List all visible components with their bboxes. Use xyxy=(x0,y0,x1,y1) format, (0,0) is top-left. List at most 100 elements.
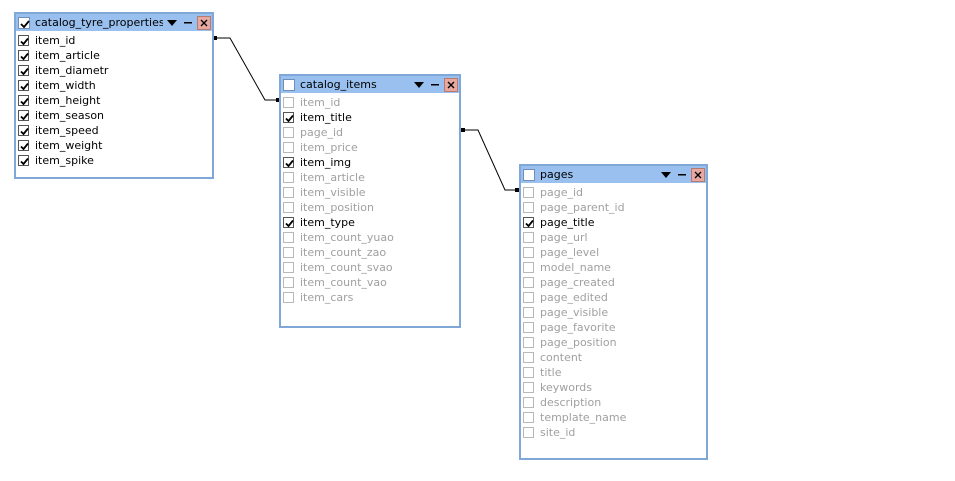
field-checkbox[interactable] xyxy=(18,35,29,46)
field-row[interactable]: page_level xyxy=(521,245,706,260)
field-row[interactable]: page_position xyxy=(521,335,706,350)
field-row[interactable]: item_weight xyxy=(16,138,212,153)
field-row[interactable]: item_position xyxy=(281,200,459,215)
field-row[interactable]: site_id xyxy=(521,425,706,440)
field-checkbox[interactable] xyxy=(18,125,29,136)
field-row[interactable]: item_width xyxy=(16,78,212,93)
field-checkbox[interactable] xyxy=(283,277,294,288)
field-checkbox[interactable] xyxy=(523,232,534,243)
field-checkbox[interactable] xyxy=(523,367,534,378)
minimize-icon[interactable] xyxy=(181,16,195,30)
field-row[interactable]: item_img xyxy=(281,155,459,170)
field-row[interactable]: page_edited xyxy=(521,290,706,305)
field-checkbox[interactable] xyxy=(523,277,534,288)
field-checkbox[interactable] xyxy=(18,140,29,151)
field-row[interactable]: item_count_yuao xyxy=(281,230,459,245)
field-row[interactable]: item_id xyxy=(281,95,459,110)
field-row[interactable]: item_visible xyxy=(281,185,459,200)
table-window-pages[interactable]: pages page_id page_parent_id page_title pag… xyxy=(519,164,708,460)
table-window-catalog-items[interactable]: catalog_items item_id item_title page_id it… xyxy=(279,74,461,328)
field-checkbox[interactable] xyxy=(283,262,294,273)
table-window-catalog-tyre-properties[interactable]: catalog_tyre_properties item_id item_arti… xyxy=(14,12,214,179)
close-icon[interactable] xyxy=(197,15,211,30)
field-checkbox[interactable] xyxy=(18,65,29,76)
field-checkbox[interactable] xyxy=(523,202,534,213)
field-row[interactable]: page_title xyxy=(521,215,706,230)
field-row[interactable]: item_count_vao xyxy=(281,275,459,290)
field-checkbox[interactable] xyxy=(523,307,534,318)
field-checkbox[interactable] xyxy=(18,50,29,61)
field-checkbox[interactable] xyxy=(18,95,29,106)
select-all-checkbox[interactable] xyxy=(18,16,30,29)
field-row[interactable]: item_price xyxy=(281,140,459,155)
field-checkbox[interactable] xyxy=(523,262,534,273)
field-checkbox[interactable] xyxy=(523,292,534,303)
field-row[interactable]: page_url xyxy=(521,230,706,245)
close-icon[interactable] xyxy=(444,77,458,92)
field-checkbox[interactable] xyxy=(523,352,534,363)
field-row[interactable]: page_parent_id xyxy=(521,200,706,215)
table-title-bar[interactable]: pages xyxy=(521,166,706,183)
field-checkbox[interactable] xyxy=(523,337,534,348)
field-row[interactable]: keywords xyxy=(521,380,706,395)
field-checkbox[interactable] xyxy=(283,97,294,108)
field-checkbox[interactable] xyxy=(283,292,294,303)
field-checkbox[interactable] xyxy=(523,217,534,228)
table-title-bar[interactable]: catalog_items xyxy=(281,76,459,93)
field-row[interactable]: description xyxy=(521,395,706,410)
field-checkbox[interactable] xyxy=(18,155,29,166)
field-checkbox[interactable] xyxy=(523,397,534,408)
field-checkbox[interactable] xyxy=(283,232,294,243)
field-label: item_width xyxy=(35,79,96,92)
field-row[interactable]: item_id xyxy=(16,33,212,48)
field-checkbox[interactable] xyxy=(283,217,294,228)
dropdown-arrow-icon[interactable] xyxy=(659,168,673,182)
field-row[interactable]: content xyxy=(521,350,706,365)
field-checkbox[interactable] xyxy=(283,172,294,183)
select-all-checkbox[interactable] xyxy=(283,78,295,91)
field-checkbox[interactable] xyxy=(283,142,294,153)
field-row[interactable]: template_name xyxy=(521,410,706,425)
field-checkbox[interactable] xyxy=(523,247,534,258)
close-icon[interactable] xyxy=(691,167,705,182)
field-row[interactable]: page_created xyxy=(521,275,706,290)
minimize-icon[interactable] xyxy=(428,78,442,92)
field-checkbox[interactable] xyxy=(283,157,294,168)
field-checkbox[interactable] xyxy=(523,322,534,333)
field-row[interactable]: title xyxy=(521,365,706,380)
field-row[interactable]: page_id xyxy=(281,125,459,140)
field-label: item_diametr xyxy=(35,64,109,77)
field-row[interactable]: item_cars xyxy=(281,290,459,305)
field-checkbox[interactable] xyxy=(523,412,534,423)
field-row[interactable]: page_id xyxy=(521,185,706,200)
field-row[interactable]: item_spike xyxy=(16,153,212,168)
field-checkbox[interactable] xyxy=(523,427,534,438)
field-row[interactable]: model_name xyxy=(521,260,706,275)
field-checkbox[interactable] xyxy=(283,187,294,198)
field-row[interactable]: item_article xyxy=(16,48,212,63)
field-row[interactable]: item_article xyxy=(281,170,459,185)
field-row[interactable]: page_favorite xyxy=(521,320,706,335)
field-checkbox[interactable] xyxy=(523,187,534,198)
field-row[interactable]: item_count_svao xyxy=(281,260,459,275)
select-all-checkbox[interactable] xyxy=(523,168,535,181)
field-row[interactable]: item_speed xyxy=(16,123,212,138)
field-row[interactable]: page_visible xyxy=(521,305,706,320)
field-row[interactable]: item_title xyxy=(281,110,459,125)
field-checkbox[interactable] xyxy=(18,80,29,91)
field-row[interactable]: item_diametr xyxy=(16,63,212,78)
field-checkbox[interactable] xyxy=(283,202,294,213)
field-checkbox[interactable] xyxy=(283,112,294,123)
dropdown-arrow-icon[interactable] xyxy=(412,78,426,92)
minimize-icon[interactable] xyxy=(675,168,689,182)
field-row[interactable]: item_count_zao xyxy=(281,245,459,260)
field-checkbox[interactable] xyxy=(18,110,29,121)
field-row[interactable]: item_season xyxy=(16,108,212,123)
table-title-bar[interactable]: catalog_tyre_properties xyxy=(16,14,212,31)
field-checkbox[interactable] xyxy=(283,127,294,138)
field-checkbox[interactable] xyxy=(523,382,534,393)
dropdown-arrow-icon[interactable] xyxy=(165,16,179,30)
field-row[interactable]: item_type xyxy=(281,215,459,230)
field-checkbox[interactable] xyxy=(283,247,294,258)
field-row[interactable]: item_height xyxy=(16,93,212,108)
